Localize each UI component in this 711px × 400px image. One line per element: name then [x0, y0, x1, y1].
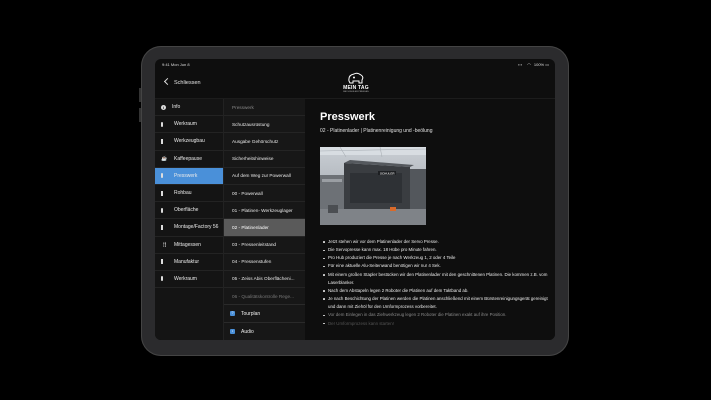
audio-link[interactable]: ♪ Audio — [224, 322, 305, 340]
menu-item-montage[interactable]: Montage/Factory 56 — [155, 219, 223, 237]
volume-button-2 — [139, 108, 141, 122]
menu-item-mittagessen[interactable]: 🍴︎ Mittagessen — [155, 237, 223, 254]
menu-label: Oberfläche — [174, 207, 199, 214]
box-icon — [160, 190, 163, 196]
logo-icon — [348, 72, 364, 84]
menu-label: Presswerk — [174, 172, 198, 179]
monitor-icon — [160, 207, 163, 213]
sub-menu: Presswerk Schutzausrüstung Ausgabe Gehör… — [223, 99, 306, 340]
list-item: Pro Hub produziert die Presse je nach We… — [323, 254, 548, 262]
list-item: Jetzt stehen wir vor dem Platinenlader d… — [323, 238, 548, 246]
screen: 9:41 Mon Jun 8 ▪▪ ︎ ◠ 100% ▭ Schliessen … — [155, 59, 555, 340]
menu-label: Werkraum — [174, 121, 197, 128]
app-header: Schliessen MEIN TAG BEI SCHULER PRESSES — [155, 69, 555, 99]
status-bar: 9:41 Mon Jun 8 ▪▪ ︎ ◠ 100% ▭ — [155, 59, 555, 69]
monitor-icon — [160, 173, 163, 179]
menu-label: Montage/Factory 56 — [174, 224, 219, 231]
cutlery-icon: 🍴︎ — [161, 241, 168, 248]
menu-label: Info — [172, 104, 181, 111]
submenu-item[interactable]: 03 - Pressenleitstand — [224, 237, 305, 254]
box-icon — [160, 259, 163, 265]
menu-item-werkraum-2[interactable]: Werkraum — [155, 271, 223, 289]
tourplan-link[interactable]: ? Tourplan — [224, 304, 305, 322]
page-title: Presswerk — [320, 111, 376, 123]
bullet-list: Jetzt stehen wir vor dem Platinenlader d… — [323, 238, 548, 328]
photo-sign: SCHULER — [380, 171, 395, 175]
menu-item-rohbau[interactable]: Rohbau — [155, 185, 223, 203]
list-item: Vor dem Einlegen in das Ziehwerkzeug leg… — [323, 311, 548, 319]
chevron-left-icon — [163, 77, 172, 85]
status-time: 9:41 Mon Jun 8 — [162, 62, 190, 67]
list-item: Die Servopresse kann max. 18 Hübe pro Mi… — [323, 246, 548, 254]
status-battery: ▪▪ ︎ ◠ 100% ▭ — [518, 62, 549, 67]
submenu-item[interactable]: 05 - Zeiss Abis Oberflächeni... — [224, 271, 305, 289]
monitor-icon — [160, 121, 163, 127]
main-menu: i Info Werkraum Werkzeugbau ☕ Kaffeepause … — [155, 99, 223, 340]
submenu-item[interactable]: Schutzausrüstung — [224, 116, 305, 134]
back-button[interactable]: Schliessen — [163, 77, 201, 86]
menu-label: Werkraum — [174, 275, 197, 282]
back-label: Schliessen — [174, 80, 201, 86]
link-label: Tourplan — [241, 310, 261, 317]
info-icon: i — [161, 104, 166, 110]
box-icon — [160, 224, 163, 230]
submenu-item[interactable]: Sicherheitshinweise — [224, 151, 305, 168]
list-item: Für eine aktuelle Alu-Seitenwand benötig… — [323, 262, 548, 270]
list-item: Mit einem großen Stapler bestücken wir d… — [323, 271, 548, 287]
box-icon — [160, 138, 163, 144]
menu-label: Werkzeugbau — [174, 138, 205, 145]
menu-item-manufaktur[interactable]: Manufaktur — [155, 254, 223, 271]
list-item: Je nach Beschichtung der Platinen werden… — [323, 295, 548, 311]
list-item: Der Umformprozess kann starten! — [323, 320, 548, 328]
audio-icon: ♪ — [230, 329, 235, 334]
menu-label: Manufaktur — [174, 258, 200, 265]
link-label: Audio — [241, 328, 254, 335]
menu-item-kaffeepause[interactable]: ☕ Kaffeepause — [155, 151, 223, 168]
monitor-icon — [160, 276, 163, 282]
submenu-item[interactable]: 01 - Platinen- Werkzeuglager — [224, 202, 305, 220]
volume-button — [139, 88, 141, 102]
coffee-icon: ☕ — [161, 155, 168, 162]
submenu-heading: Presswerk — [224, 99, 305, 117]
press-photo: SCHULER — [320, 147, 426, 225]
menu-item-werkzeugbau[interactable]: Werkzeugbau — [155, 133, 223, 151]
app-logo: MEIN TAG BEI SCHULER PRESSES — [340, 72, 372, 94]
menu-item-info[interactable]: i Info — [155, 99, 223, 117]
tourplan-icon: ? — [230, 311, 235, 316]
content-panel: Presswerk 02 - Platinenlader | Platinenr… — [305, 99, 555, 340]
menu-item-werkraum[interactable]: Werkraum — [155, 116, 223, 134]
logo-subtitle: BEI SCHULER PRESSES — [343, 91, 369, 93]
submenu-item[interactable]: 00 - Powerwall — [224, 185, 305, 203]
submenu-item[interactable]: Auf dem Weg zur Powerwall — [224, 168, 305, 185]
menu-label: Kaffeepause — [174, 155, 202, 162]
submenu-item[interactable]: 04 - Pressenstufen — [224, 254, 305, 271]
menu-item-presswerk[interactable]: Presswerk — [155, 167, 223, 185]
menu-item-oberflaeche[interactable]: Oberfläche — [155, 202, 223, 220]
submenu-item-active[interactable]: 02 - Platinenlader — [224, 219, 305, 237]
submenu-item[interactable]: 06 - Qualitätskontrolle Rege... — [224, 288, 305, 306]
menu-label: Mittagessen — [174, 241, 201, 248]
submenu-links: ? Tourplan ♪ Audio — [224, 304, 305, 340]
submenu-item[interactable]: Ausgabe Gehörschutz — [224, 133, 305, 151]
page-subtitle: 02 - Platinenlader | Platinenreinigung u… — [320, 128, 433, 134]
menu-label: Rohbau — [174, 190, 192, 197]
list-item: Nach dem Abstapeln legen 2 Roboter die P… — [323, 287, 548, 295]
